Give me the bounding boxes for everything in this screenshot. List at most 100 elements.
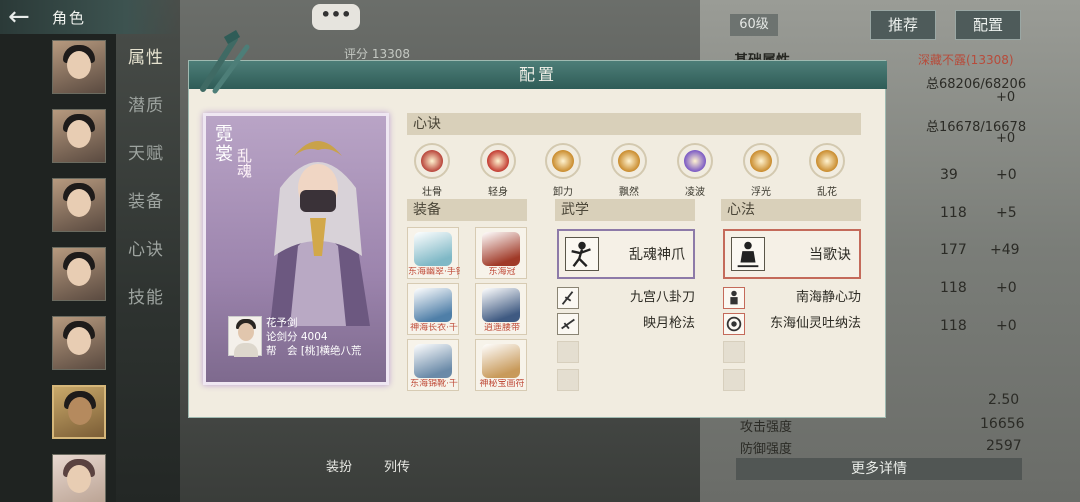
spear-skill-icon xyxy=(557,313,579,335)
equipment-slot[interactable]: 东海锦靴·千 xyxy=(407,339,459,391)
config-modal: 配置 霓裳 乱魂 花予剑 论剑分 4004 帮 会 [桃]横绝八荒 心诀 壮骨 轻… xyxy=(188,30,887,418)
empty-slot[interactable] xyxy=(557,341,579,363)
equipment-slot[interactable]: 逍遥腰带 xyxy=(475,283,527,335)
empty-slot[interactable] xyxy=(723,341,745,363)
skill-core xyxy=(552,150,574,172)
config-button[interactable]: 配置 xyxy=(955,10,1021,40)
xinfa-main-skill[interactable]: 当歌诀 xyxy=(723,229,861,279)
character-portrait[interactable] xyxy=(52,40,106,94)
skill-core xyxy=(684,150,706,172)
equipment-icon xyxy=(414,232,452,266)
owner-score: 论剑分 4004 xyxy=(266,331,328,343)
character-portrait[interactable] xyxy=(52,316,106,370)
equipment-name: 东海冠 xyxy=(488,267,516,277)
stat-bonus: +49 xyxy=(990,242,1020,258)
modal-title: 配置 xyxy=(189,61,887,89)
blade-skill-icon xyxy=(557,287,579,309)
character-list xyxy=(52,40,106,502)
claw-skill-icon xyxy=(565,237,599,271)
xinfa-sub-name: 东海仙灵吐纳法 xyxy=(769,316,861,331)
menu-item-equipment[interactable]: 装备 xyxy=(128,188,164,236)
stat-value: 118 xyxy=(940,318,967,334)
character-portrait[interactable] xyxy=(52,454,106,502)
skill-core xyxy=(816,150,838,172)
owner-name: 花予剑 xyxy=(266,317,298,329)
equipment-slot[interactable]: 东海冠 xyxy=(475,227,527,279)
stat-value: 177 xyxy=(940,242,967,258)
xinjue-skill-icon[interactable] xyxy=(743,143,779,179)
xinjue-skill-label: 卸力 xyxy=(553,187,573,198)
xinfa-section-header: 心法 xyxy=(721,199,861,221)
character-portrait[interactable] xyxy=(52,178,106,232)
xinjue-skill-label: 凌波 xyxy=(685,187,705,198)
empty-slot[interactable] xyxy=(723,369,745,391)
stat-value: 118 xyxy=(940,280,967,296)
equipment-name: 神海长衣·千 xyxy=(410,323,458,333)
more-details-button[interactable]: 更多详情 xyxy=(736,458,1022,480)
attr-hidden-value: 深藏不露(13308) xyxy=(918,53,1014,67)
equipment-icon xyxy=(482,288,520,322)
xinjue-skill-icon[interactable] xyxy=(480,143,516,179)
wuxue-main-skill[interactable]: 乱魂神爪 xyxy=(557,229,695,279)
dress-button[interactable]: 装扮 xyxy=(326,456,352,475)
character-portrait[interactable] xyxy=(52,109,106,163)
side-menu: 属性 潜质 天赋 装备 心诀 技能 xyxy=(128,44,164,332)
chat-button[interactable]: ••• xyxy=(312,4,360,30)
biography-button[interactable]: 列传 xyxy=(384,456,410,475)
equipment-icon xyxy=(414,288,452,322)
equipment-icon xyxy=(482,344,520,378)
equipment-slot[interactable]: 神海长衣·千 xyxy=(407,283,459,335)
equipment-name: 东海锦靴·千 xyxy=(410,379,458,389)
menu-item-xinjue[interactable]: 心诀 xyxy=(128,236,164,284)
attack-label: 攻击强度 xyxy=(740,420,793,435)
xinjue-skill-icon[interactable] xyxy=(611,143,647,179)
xinfa-sub-skill[interactable]: 南海静心功 xyxy=(723,287,861,309)
menu-item-skills[interactable]: 技能 xyxy=(128,284,164,332)
xinjue-skill-label: 飘然 xyxy=(619,187,639,198)
xinjue-skill-icon[interactable] xyxy=(545,143,581,179)
wuxue-sub-skill[interactable]: 映月枪法 xyxy=(557,313,695,335)
skill-core xyxy=(487,150,509,172)
back-arrow-icon[interactable]: ← xyxy=(8,4,52,30)
character-figure xyxy=(270,141,370,326)
menu-item-attributes[interactable]: 属性 xyxy=(128,44,164,92)
empty-slot[interactable] xyxy=(557,369,579,391)
character-portrait[interactable] xyxy=(52,247,106,301)
xinjue-skill-icon[interactable] xyxy=(677,143,713,179)
owner-info: 花予剑 论剑分 4004 帮 会 [桃]横绝八荒 xyxy=(266,316,362,358)
menu-item-potential[interactable]: 潜质 xyxy=(128,92,164,140)
xinfa-sub-skill[interactable]: 东海仙灵吐纳法 xyxy=(723,313,861,335)
wuxue-sub-name: 映月枪法 xyxy=(642,316,695,331)
owner-guild: 帮 会 [桃]横绝八荒 xyxy=(266,345,362,357)
character-portrait-selected[interactable] xyxy=(52,385,106,439)
stat-bonus: +5 xyxy=(996,205,1017,221)
wuxue-main-name: 乱魂神爪 xyxy=(629,247,685,263)
xinjue-skill-label: 浮光 xyxy=(751,187,771,198)
xinfa-sub-name: 南海静心功 xyxy=(795,290,861,305)
equipment-slot[interactable]: 神秘宝画符 xyxy=(475,339,527,391)
xinjue-skill-icon[interactable] xyxy=(809,143,845,179)
menu-item-talent[interactable]: 天赋 xyxy=(128,140,164,188)
xinfa-main-name: 当歌诀 xyxy=(809,247,851,263)
stat-value: 118 xyxy=(940,205,967,221)
wuxue-sub-skill[interactable]: 九宫八卦刀 xyxy=(557,287,695,309)
wuxue-section-header: 武学 xyxy=(555,199,695,221)
mp-bonus: +0 xyxy=(996,131,1016,146)
equipment-name: 神秘宝画符 xyxy=(479,379,525,389)
top-bar: ← 角色 xyxy=(0,0,180,34)
owner-avatar xyxy=(228,316,262,357)
stat-bonus: +0 xyxy=(996,280,1017,296)
equip-section-header: 装备 xyxy=(407,199,527,221)
stat-value: 39 xyxy=(940,167,958,183)
equipment-slot[interactable]: 东海幽翠·手镯 xyxy=(407,227,460,279)
xinjue-skill-label: 壮骨 xyxy=(422,187,442,198)
skill-core xyxy=(750,150,772,172)
character-card[interactable]: 霓裳 乱魂 花予剑 论剑分 4004 帮 会 [桃]横绝八荒 xyxy=(203,113,389,385)
defense-value: 2597 xyxy=(986,438,1022,454)
recommend-button[interactable]: 推荐 xyxy=(870,10,936,40)
xinjue-skill-icon[interactable] xyxy=(414,143,450,179)
stat-bonus: +0 xyxy=(996,318,1017,334)
skill-core xyxy=(618,150,640,172)
orb-skill-icon xyxy=(723,313,745,335)
equipment-icon xyxy=(414,344,452,378)
